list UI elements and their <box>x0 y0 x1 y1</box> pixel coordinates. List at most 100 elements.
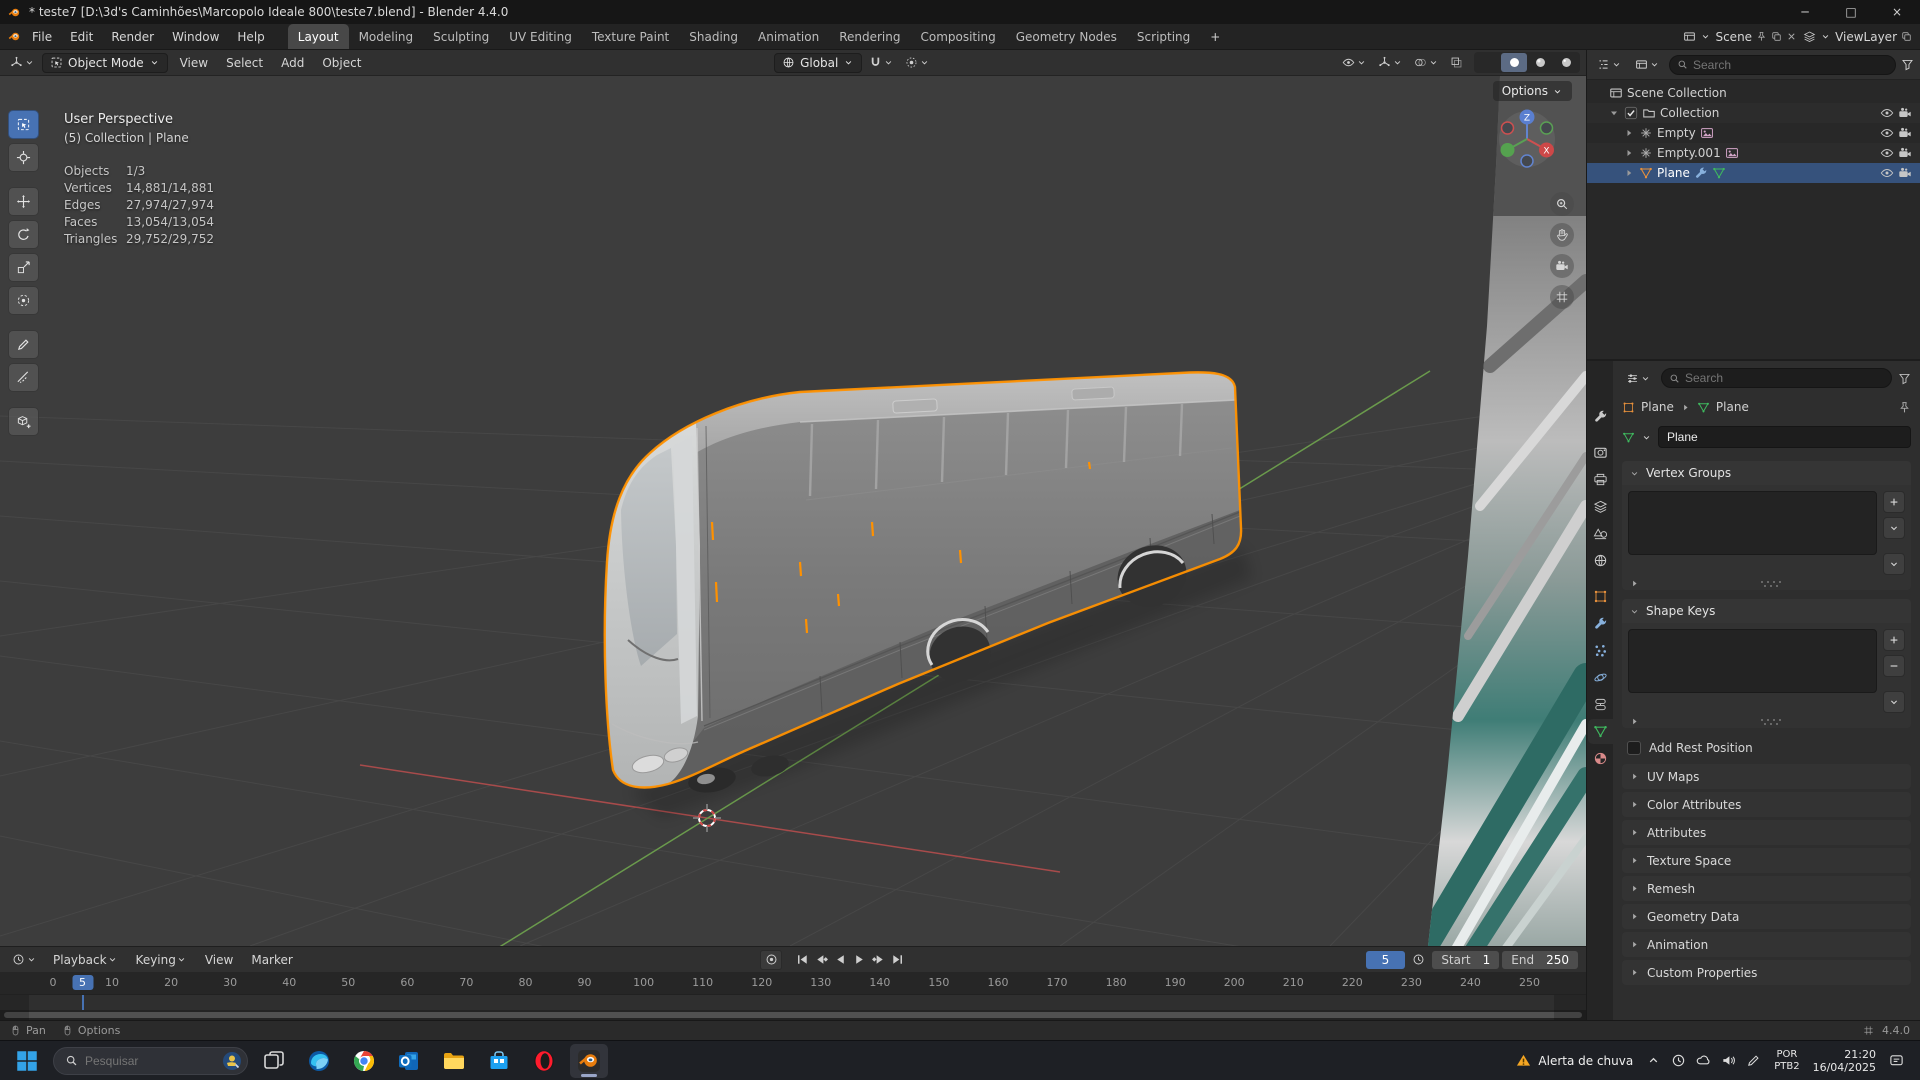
timeline-menu-playback[interactable]: Playback <box>44 950 127 970</box>
workspace-tab-rendering[interactable]: Rendering <box>829 24 910 49</box>
snap-toggle[interactable] <box>865 54 898 71</box>
vertex-groups-filter-toggle-icon[interactable] <box>1629 578 1640 589</box>
tray-clock-icon[interactable] <box>1671 1053 1686 1068</box>
workspace-tab-scripting[interactable]: Scripting <box>1127 24 1200 49</box>
hide-in-viewport-icon[interactable] <box>1880 166 1894 180</box>
panel-uv-maps[interactable]: UV Maps <box>1622 764 1911 789</box>
disclosure-icon[interactable] <box>1623 167 1635 179</box>
properties-tab-output[interactable] <box>1588 467 1613 492</box>
tray-cloud-icon[interactable] <box>1696 1053 1711 1068</box>
shading-material-button[interactable] <box>1527 53 1553 72</box>
shape-key-remove-button[interactable] <box>1883 655 1905 677</box>
properties-tab-constraints[interactable] <box>1588 692 1613 717</box>
timeline-menu-marker[interactable]: Marker <box>242 950 301 970</box>
viewport-zoom-button[interactable] <box>1550 192 1574 216</box>
add-workspace-button[interactable]: + <box>1202 28 1228 46</box>
workspace-tab-compositing[interactable]: Compositing <box>910 24 1005 49</box>
viewport-pan-button[interactable] <box>1550 223 1574 247</box>
workspace-tab-animation[interactable]: Animation <box>748 24 829 49</box>
datablock-browse-icon[interactable] <box>1641 432 1652 443</box>
maximize-button[interactable]: □ <box>1828 0 1874 24</box>
workspace-tab-uv-editing[interactable]: UV Editing <box>499 24 582 49</box>
pin-icon[interactable] <box>1898 401 1911 414</box>
transport-tr-first-button[interactable] <box>793 951 812 969</box>
viewport-menu-object[interactable]: Object <box>313 53 370 73</box>
notification-center-icon[interactable] <box>1889 1053 1904 1068</box>
viewport-options-button[interactable]: Options <box>1493 81 1572 101</box>
taskbar-app-store[interactable] <box>480 1044 518 1078</box>
breadcrumb-object-name[interactable]: Plane <box>1641 400 1674 414</box>
resize-grip-icon[interactable] <box>1759 580 1785 588</box>
taskbar-app-chrome[interactable] <box>345 1044 383 1078</box>
timeline-ruler[interactable]: 0102030405060708090100110120130140150160… <box>0 973 1586 995</box>
menu-window[interactable]: Window <box>163 27 228 47</box>
transport-tr-play-button[interactable] <box>850 951 869 969</box>
properties-tab-particles[interactable] <box>1588 638 1613 663</box>
transport-tr-back-button[interactable] <box>831 951 850 969</box>
taskbar-app-blender[interactable] <box>570 1044 608 1078</box>
filter-icon[interactable] <box>1901 58 1914 71</box>
properties-search-input[interactable] <box>1685 371 1884 385</box>
shape-keys-grip[interactable] <box>1622 715 1911 728</box>
timeline-body[interactable] <box>0 995 1586 1020</box>
outliner-editor-type-button[interactable] <box>1593 56 1626 73</box>
properties-tab-scene[interactable] <box>1588 521 1613 546</box>
properties-tab-data[interactable] <box>1588 719 1613 744</box>
workspace-tab-texture-paint[interactable]: Texture Paint <box>582 24 679 49</box>
shape-keys-list[interactable] <box>1628 629 1877 693</box>
outliner-search[interactable] <box>1669 55 1896 75</box>
scene-unlink-icon[interactable] <box>1786 31 1797 42</box>
taskbar-search-input[interactable] <box>85 1054 215 1068</box>
visibility-dropdown[interactable] <box>1338 54 1371 71</box>
use-preview-range-toggle[interactable] <box>1408 951 1429 968</box>
disable-in-renders-icon[interactable] <box>1898 166 1912 180</box>
frame-end-field[interactable]: End 250 <box>1502 951 1578 969</box>
xray-toggle[interactable] <box>1446 54 1467 71</box>
viewport-menu-view[interactable]: View <box>171 53 217 73</box>
properties-tab-physics[interactable] <box>1588 665 1613 690</box>
workspace-tab-geometry-nodes[interactable]: Geometry Nodes <box>1006 24 1127 49</box>
properties-search[interactable] <box>1661 368 1892 388</box>
auto-keying-toggle[interactable] <box>760 950 782 970</box>
viewport-menu-select[interactable]: Select <box>217 53 272 73</box>
playhead-line[interactable] <box>82 995 84 1010</box>
vertex-groups-grip[interactable] <box>1622 577 1911 590</box>
scene-copy-icon[interactable] <box>1771 31 1782 42</box>
panel-color-attributes[interactable]: Color Attributes <box>1622 792 1911 817</box>
current-frame-field[interactable]: 5 <box>1366 951 1406 969</box>
shape-keys-filter-toggle-icon[interactable] <box>1629 716 1640 727</box>
timeline-editor-type-button[interactable] <box>8 951 41 968</box>
viewport-menu-add[interactable]: Add <box>272 53 313 73</box>
menu-help[interactable]: Help <box>228 27 273 47</box>
hide-in-viewport-icon[interactable] <box>1880 106 1894 120</box>
disclosure-icon[interactable] <box>1608 107 1620 119</box>
taskbar-search[interactable] <box>53 1047 248 1075</box>
outliner-row-plane[interactable]: Plane <box>1587 163 1920 183</box>
panel-custom-properties[interactable]: Custom Properties <box>1622 960 1911 985</box>
vertex-group-specials-button[interactable] <box>1883 517 1905 539</box>
taskbar-app-explorer[interactable] <box>435 1044 473 1078</box>
vertex-groups-list[interactable] <box>1628 491 1877 555</box>
workspace-tab-layout[interactable]: Layout <box>288 24 349 49</box>
panel-animation[interactable]: Animation <box>1622 932 1911 957</box>
outliner-display-mode[interactable] <box>1631 56 1664 73</box>
tool-scale-button[interactable] <box>8 253 39 282</box>
timeline-menu-keying[interactable]: Keying <box>127 950 196 970</box>
playhead-badge[interactable]: 5 <box>72 975 93 990</box>
panel-remesh[interactable]: Remesh <box>1622 876 1911 901</box>
outliner-row-empty-001[interactable]: Empty.001 <box>1587 143 1920 163</box>
menu-file[interactable]: File <box>23 27 61 47</box>
tool-annotate-button[interactable] <box>8 330 39 359</box>
viewport-ortho-button[interactable] <box>1550 285 1574 309</box>
properties-editor-type-button[interactable] <box>1622 370 1655 387</box>
properties-tab-object[interactable] <box>1588 584 1613 609</box>
transport-tr-nextkey-button[interactable] <box>869 951 888 969</box>
hide-in-viewport-icon[interactable] <box>1880 126 1894 140</box>
mode-selector[interactable]: Object Mode <box>42 53 168 73</box>
outliner-row-scene-collection[interactable]: Scene Collection <box>1587 83 1920 103</box>
menu-render[interactable]: Render <box>102 27 163 47</box>
viewport-canvas[interactable]: User Perspective (5) Collection | Plane … <box>0 76 1586 946</box>
language-indicator[interactable]: POR PTB2 <box>1774 1049 1799 1073</box>
datablock-name-field[interactable] <box>1658 426 1911 448</box>
properties-tab-modifiers[interactable] <box>1588 611 1613 636</box>
